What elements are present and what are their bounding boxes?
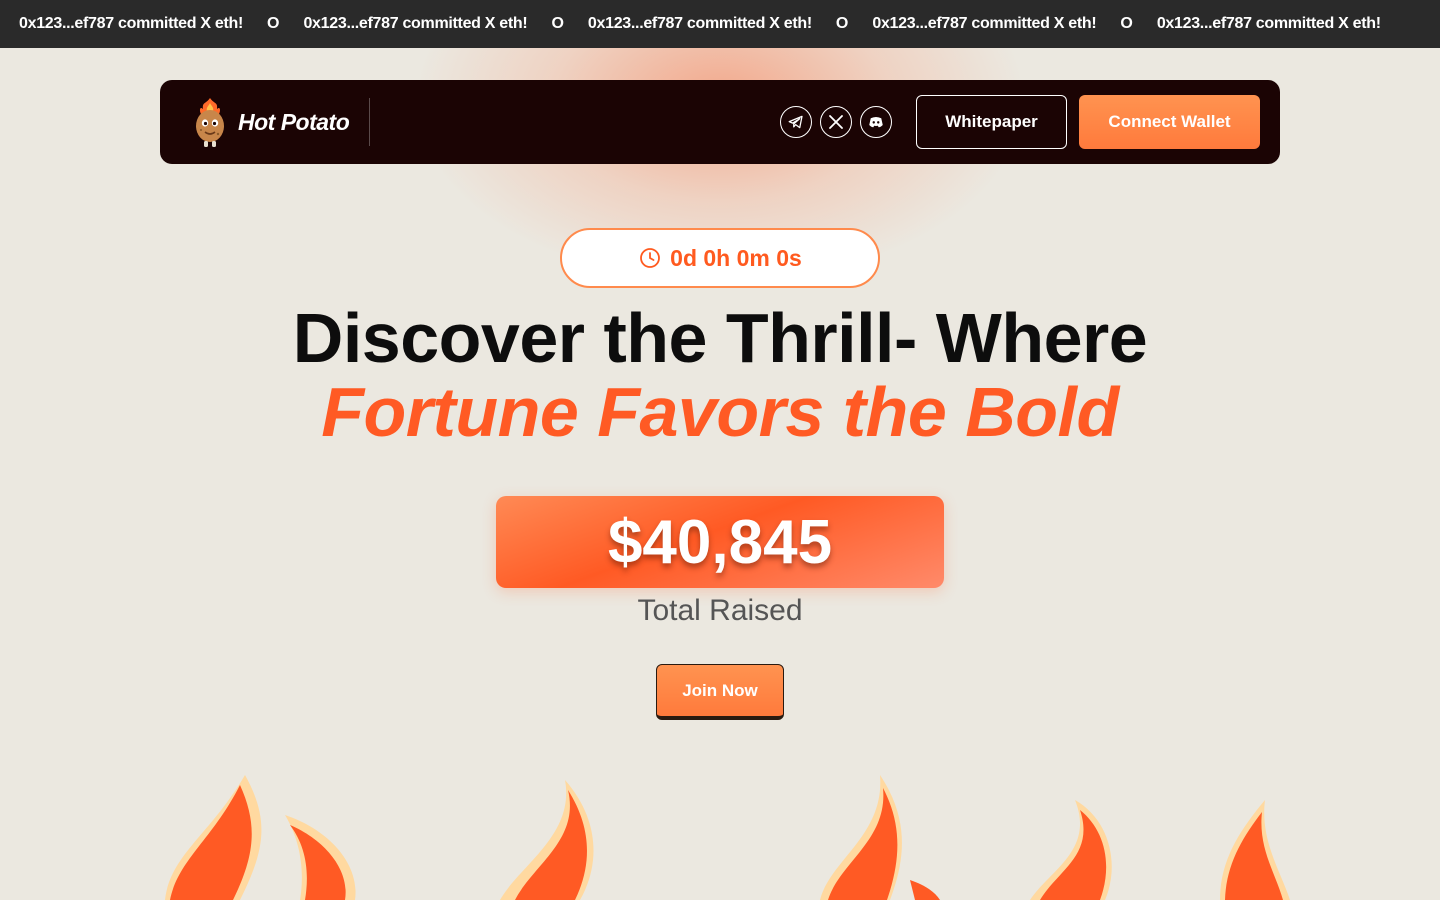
ticker-item: 0x123...ef787 committed X eth! xyxy=(19,15,243,32)
total-raised-label: Total Raised xyxy=(637,594,803,627)
flame-icon xyxy=(1220,800,1290,900)
whitepaper-button[interactable]: Whitepaper xyxy=(916,95,1067,149)
telegram-link[interactable] xyxy=(780,106,812,138)
flame-icon xyxy=(1030,800,1112,900)
ticker-item: 0x123...ef787 committed X eth! xyxy=(303,15,528,32)
flame-icon xyxy=(820,775,940,900)
countdown-timer: 0d 0h 0m 0s xyxy=(560,228,880,288)
flame-icon xyxy=(285,815,356,900)
brand-name: Hot Potato xyxy=(238,108,350,135)
flame-icon xyxy=(165,775,262,900)
brand-logo[interactable]: Hot Potato xyxy=(190,98,371,147)
ticker-separator: O xyxy=(1120,15,1133,32)
hero-headline: Discover the Thrill- Where xyxy=(292,299,1148,377)
flames-decoration xyxy=(165,775,1290,900)
connect-wallet-button[interactable]: Connect Wallet xyxy=(1079,95,1260,149)
potato-mascot-icon xyxy=(196,98,224,147)
clock-icon xyxy=(640,248,661,268)
navbar: Hot Potato Whitepaper Connect Wallet xyxy=(160,80,1280,164)
telegram-icon xyxy=(788,115,803,129)
countdown-text: 0d 0h 0m 0s xyxy=(670,244,802,271)
flame-icon xyxy=(500,780,594,900)
total-raised-card: $40,845 xyxy=(496,496,944,588)
activity-ticker: 0x123...ef787 committed X eth! O 0x123..… xyxy=(0,0,1440,48)
ticker-separator: O xyxy=(551,15,564,32)
discord-link[interactable] xyxy=(860,106,892,138)
ticker-item: 0x123...ef787 committed X eth! xyxy=(1156,15,1381,32)
x-icon xyxy=(829,115,843,129)
x-link[interactable] xyxy=(820,106,852,138)
total-raised-amount: $40,845 xyxy=(607,507,833,577)
ticker-separator: O xyxy=(835,15,849,32)
ticker-separator: O xyxy=(267,15,280,32)
join-now-button[interactable]: Join Now xyxy=(656,664,784,720)
ticker-item: 0x123...ef787 committed X eth! xyxy=(587,15,812,32)
ticker-item: 0x123...ef787 committed X eth! xyxy=(872,15,1097,32)
discord-icon xyxy=(869,116,883,128)
hero-tagline: Fortune Favors the Bold xyxy=(321,373,1119,451)
